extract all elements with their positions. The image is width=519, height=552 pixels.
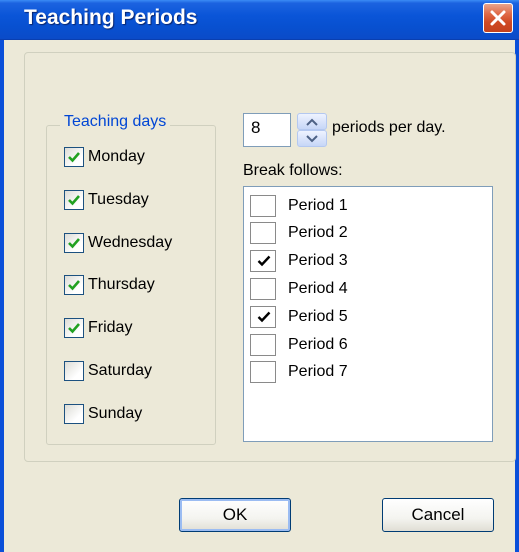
checkbox[interactable]: [64, 404, 84, 424]
checkmark-icon: [68, 280, 80, 291]
checkmark-icon: [68, 238, 80, 249]
periods-per-day-label: periods per day.: [332, 119, 446, 136]
ok-button[interactable]: OK: [179, 498, 291, 532]
period-item-5[interactable]: Period 5: [250, 305, 348, 329]
spin-down-button[interactable]: [297, 130, 327, 147]
checkbox[interactable]: [64, 318, 84, 338]
checkbox[interactable]: [64, 361, 84, 381]
spin-up-button[interactable]: [297, 113, 327, 130]
checkbox[interactable]: [64, 190, 84, 210]
day-label: Monday: [88, 148, 145, 165]
period-item-2[interactable]: Period 2: [250, 221, 348, 245]
period-item-7[interactable]: Period 7: [250, 360, 348, 384]
checkbox[interactable]: [64, 233, 84, 253]
period-label: Period 4: [288, 280, 348, 297]
period-label: Period 5: [288, 308, 348, 325]
day-checkbox-thursday[interactable]: Thursday: [64, 274, 155, 296]
checkbox[interactable]: [250, 250, 276, 272]
break-follows-label: Break follows:: [243, 162, 343, 179]
period-label: Period 6: [288, 336, 348, 353]
period-item-6[interactable]: Period 6: [250, 333, 348, 357]
checkbox[interactable]: [250, 334, 276, 356]
checkbox[interactable]: [250, 222, 276, 244]
cancel-button[interactable]: Cancel: [382, 498, 494, 532]
checkbox[interactable]: [250, 278, 276, 300]
period-label: Period 1: [288, 197, 348, 214]
close-button[interactable]: [483, 3, 513, 33]
day-checkbox-tuesday[interactable]: Tuesday: [64, 189, 149, 211]
period-item-4[interactable]: Period 4: [250, 277, 348, 301]
checkbox[interactable]: [64, 147, 84, 167]
checkmark-icon: [257, 255, 271, 267]
checkbox[interactable]: [250, 361, 276, 383]
day-label: Tuesday: [88, 191, 149, 208]
period-item-1[interactable]: Period 1: [250, 194, 348, 218]
title-bar: Teaching Periods: [0, 0, 519, 40]
window-title: Teaching Periods: [24, 6, 198, 29]
day-label: Wednesday: [88, 234, 173, 251]
period-item-3[interactable]: Period 3: [250, 249, 348, 273]
day-checkbox-friday[interactable]: Friday: [64, 317, 132, 339]
periods-per-day-input[interactable]: 8: [243, 113, 291, 147]
break-follows-list[interactable]: Period 1 Period 2 Period 3 Period 4 Peri…: [243, 186, 493, 442]
day-checkbox-monday[interactable]: Monday: [64, 146, 145, 168]
period-label: Period 7: [288, 363, 348, 380]
day-checkbox-wednesday[interactable]: Wednesday: [64, 232, 172, 254]
period-label: Period 3: [288, 252, 348, 269]
checkmark-icon: [68, 195, 80, 206]
checkmark-icon: [68, 152, 80, 163]
checkbox[interactable]: [64, 275, 84, 295]
day-checkbox-sunday[interactable]: Sunday: [64, 403, 142, 425]
arrow-up-icon: [306, 118, 318, 126]
day-label: Sunday: [88, 405, 143, 422]
checkbox[interactable]: [250, 306, 276, 328]
day-label: Friday: [88, 319, 133, 336]
checkmark-icon: [257, 311, 271, 323]
arrow-down-icon: [306, 134, 318, 142]
checkbox[interactable]: [250, 195, 276, 217]
checkmark-icon: [68, 323, 80, 334]
day-label: Thursday: [88, 276, 155, 293]
teaching-days-legend: Teaching days: [60, 113, 171, 131]
periods-spinner: [297, 113, 327, 147]
close-icon: [490, 10, 506, 26]
day-label: Saturday: [88, 362, 153, 379]
day-checkbox-saturday[interactable]: Saturday: [64, 360, 152, 382]
period-label: Period 2: [288, 224, 348, 241]
